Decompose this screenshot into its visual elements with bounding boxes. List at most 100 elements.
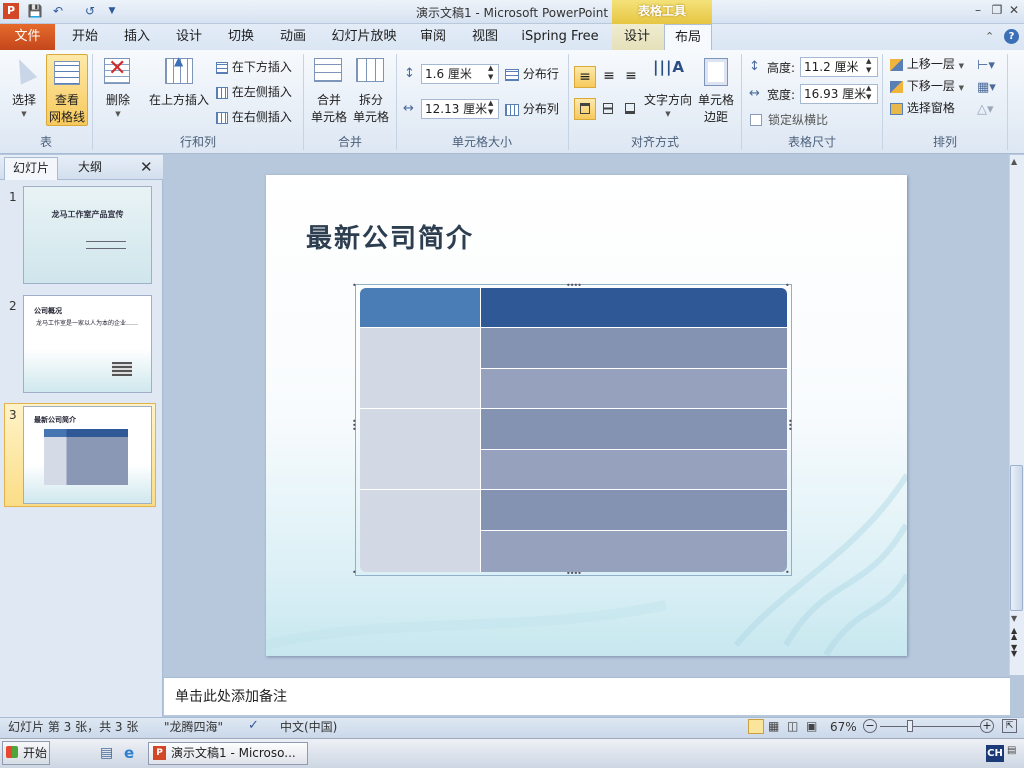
windows-logo-icon bbox=[6, 746, 18, 758]
next-slide-icon[interactable]: ▼ ▼ bbox=[1011, 644, 1017, 658]
resize-handle-right[interactable]: • • • bbox=[788, 418, 793, 434]
tab-review[interactable]: 审阅 bbox=[412, 24, 454, 50]
theme-name[interactable]: "龙腾四海" bbox=[164, 720, 223, 734]
window-title: 演示文稿1 - Microsoft PowerPoint bbox=[415, 6, 609, 20]
align-objects-icon[interactable]: ⊢▾ bbox=[977, 58, 995, 73]
slide-thumbnail-1[interactable]: 龙马工作室产品宣传 bbox=[23, 186, 152, 284]
rotate-icon[interactable]: △▾ bbox=[977, 102, 994, 117]
tab-outline[interactable]: 大纲 bbox=[60, 157, 120, 180]
taskbar-window-item[interactable]: 演示文稿1 - Microso... bbox=[148, 742, 308, 765]
restore-icon[interactable]: ❐ bbox=[989, 3, 1005, 17]
zoom-out-icon[interactable]: − bbox=[863, 719, 877, 733]
language-indicator[interactable]: 中文(中国) bbox=[280, 720, 337, 734]
zoom-level[interactable]: 67% bbox=[830, 720, 857, 734]
table-body-cell[interactable] bbox=[481, 369, 787, 409]
table-body-cell[interactable] bbox=[481, 328, 787, 369]
thumbnail-title: 龙马工作室产品宣传 bbox=[51, 209, 124, 219]
normal-view-icon[interactable] bbox=[748, 719, 764, 734]
reading-view-icon[interactable]: ◫ bbox=[787, 719, 798, 733]
align-middle-button[interactable] bbox=[598, 98, 620, 120]
collapse-ribbon-icon[interactable]: ⌃ bbox=[985, 30, 994, 43]
selection-pane-button[interactable]: 选择窗格 bbox=[890, 100, 974, 118]
resize-handle-corner[interactable]: • bbox=[352, 281, 357, 290]
align-center-button[interactable]: ≡ bbox=[598, 66, 620, 88]
insert-below-button[interactable]: 在下方插入 bbox=[216, 59, 300, 77]
slide-title[interactable]: 最新公司简介 bbox=[306, 218, 474, 255]
distribute-cols-button[interactable]: 分布列 bbox=[505, 101, 565, 119]
table-body-cell[interactable] bbox=[481, 409, 787, 450]
zoom-slider-thumb[interactable] bbox=[907, 720, 913, 732]
close-icon[interactable]: ✕ bbox=[140, 158, 153, 176]
spinner-arrows-icon[interactable]: ▲ ▼ bbox=[866, 84, 871, 102]
quicklaunch-desktop-icon[interactable]: ▤ bbox=[100, 745, 113, 761]
slideshow-view-icon[interactable]: ▣ bbox=[806, 719, 817, 733]
tab-table-design[interactable]: 设计 bbox=[616, 24, 658, 50]
quicklaunch-ie-icon[interactable]: e bbox=[124, 744, 134, 762]
slide-info: 幻灯片 第 3 张，共 3 张 bbox=[8, 720, 139, 734]
ime-indicator[interactable]: CH bbox=[986, 745, 1004, 762]
notes-placeholder[interactable]: 单击此处添加备注 bbox=[175, 686, 287, 706]
tray-icon[interactable]: ▤ bbox=[1007, 745, 1019, 762]
align-bottom-button[interactable] bbox=[620, 98, 642, 120]
spinner-arrows-icon[interactable]: ▲ ▼ bbox=[488, 99, 493, 117]
resize-handle-corner[interactable]: • bbox=[352, 568, 357, 577]
table-body-cell[interactable] bbox=[481, 450, 787, 490]
tab-home[interactable]: 开始 bbox=[64, 24, 106, 50]
minimize-icon[interactable]: – bbox=[970, 3, 986, 17]
notes-pane[interactable] bbox=[164, 677, 1010, 715]
insert-above-button[interactable]: ▲ 在上方插入 bbox=[148, 54, 210, 116]
table-first-col-cell[interactable] bbox=[360, 490, 481, 572]
tab-slides[interactable]: 幻灯片 bbox=[4, 157, 58, 180]
insert-right-button[interactable]: 在右侧插入 bbox=[216, 109, 300, 127]
slide-table[interactable] bbox=[360, 288, 787, 572]
table-header-cell[interactable] bbox=[360, 288, 481, 328]
tab-design[interactable]: 设计 bbox=[168, 24, 210, 50]
align-left-button[interactable]: ≡ bbox=[574, 66, 596, 88]
merge-cells-button[interactable]: 合并 单元格 bbox=[308, 56, 350, 126]
cell-margins-button[interactable]: 单元格 边距 bbox=[694, 56, 738, 126]
resize-handle-left[interactable]: • • • bbox=[352, 418, 357, 434]
distribute-rows-button[interactable]: 分布行 bbox=[505, 66, 565, 84]
tab-table-layout[interactable]: 布局 bbox=[664, 24, 712, 51]
bring-forward-button[interactable]: 上移一层 ▼ bbox=[890, 56, 974, 74]
split-cells-button[interactable]: 拆分 单元格 bbox=[350, 56, 392, 126]
delete-button[interactable]: ✕ 删除 ▼ bbox=[98, 56, 138, 126]
spinner-arrows-icon[interactable]: ▲ ▼ bbox=[488, 64, 493, 82]
slide-thumbnail-2[interactable]: 公司概况 龙马工作室是一家以人为本的企业…… bbox=[23, 295, 152, 393]
slide-sorter-icon[interactable]: ▦ bbox=[768, 719, 779, 733]
scroll-thumb[interactable] bbox=[1010, 465, 1023, 611]
tab-ispring[interactable]: iSpring Free bbox=[518, 24, 602, 50]
close-window-icon[interactable]: ✕ bbox=[1006, 3, 1022, 17]
view-gridlines-button[interactable]: 查看 网格线 bbox=[46, 54, 88, 126]
zoom-slider-track[interactable] bbox=[880, 726, 980, 727]
send-backward-button[interactable]: 下移一层 ▼ bbox=[890, 78, 974, 96]
text-direction-button[interactable]: |||A 文字方向 ▼ bbox=[644, 56, 692, 126]
help-icon[interactable]: ? bbox=[1004, 29, 1019, 44]
group-objects-icon[interactable]: ▦▾ bbox=[977, 80, 996, 95]
insert-left-button[interactable]: 在左侧插入 bbox=[216, 84, 300, 102]
scroll-down-icon[interactable]: ▼ bbox=[1011, 614, 1017, 623]
spellcheck-icon[interactable]: ✓ bbox=[248, 718, 259, 733]
previous-slide-icon[interactable]: ▲ ▲ bbox=[1011, 627, 1017, 641]
table-first-col-cell[interactable] bbox=[360, 409, 481, 490]
align-right-button[interactable]: ≡ bbox=[620, 66, 642, 88]
zoom-in-icon[interactable]: + bbox=[980, 719, 994, 733]
select-button[interactable]: 选择 ▼ bbox=[6, 55, 42, 126]
tab-slideshow[interactable]: 幻灯片放映 bbox=[328, 24, 400, 50]
tab-insert[interactable]: 插入 bbox=[116, 24, 158, 50]
align-top-button[interactable] bbox=[574, 98, 596, 120]
tab-transitions[interactable]: 切换 bbox=[220, 24, 262, 50]
scroll-up-icon[interactable]: ▲ bbox=[1011, 157, 1017, 166]
spinner-arrows-icon[interactable]: ▲ ▼ bbox=[866, 57, 871, 75]
tab-animations[interactable]: 动画 bbox=[272, 24, 314, 50]
table-body-cell[interactable] bbox=[481, 531, 787, 572]
tab-file[interactable]: 文件 bbox=[0, 24, 55, 50]
table-body-cell[interactable] bbox=[481, 490, 787, 531]
table-width-label: 宽度: bbox=[767, 88, 796, 102]
lock-ratio-checkbox[interactable] bbox=[750, 114, 762, 126]
tab-view[interactable]: 视图 bbox=[464, 24, 506, 50]
fit-to-window-icon[interactable]: ⇱ bbox=[1002, 719, 1017, 733]
table-first-col-cell[interactable] bbox=[360, 328, 481, 409]
table-header-cell[interactable] bbox=[481, 288, 787, 328]
slide-thumbnail-3[interactable]: 最新公司简介 bbox=[23, 406, 152, 504]
